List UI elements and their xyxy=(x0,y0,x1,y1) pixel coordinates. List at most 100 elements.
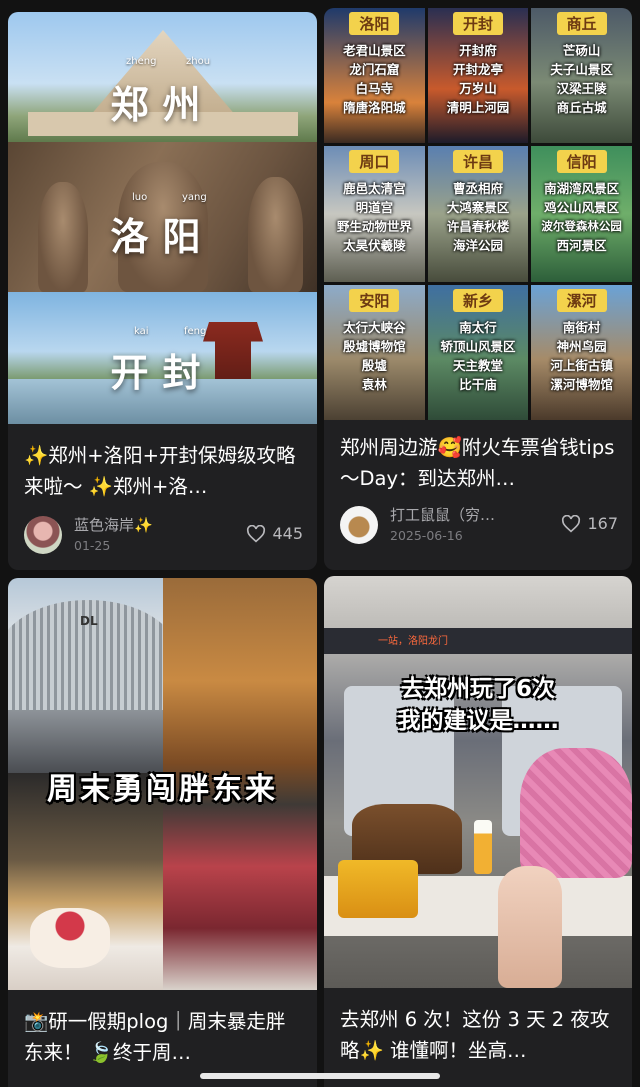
tile-spot: 西河景区 xyxy=(556,238,607,254)
mall-logo: DL xyxy=(80,614,98,628)
juice-bottle xyxy=(474,820,492,874)
like-count: 167 xyxy=(587,514,618,533)
luoyang-scene: luo yang 洛阳 xyxy=(8,142,317,292)
note-meta: 打工鼠鼠（穷… 2025-06-16 167 xyxy=(340,504,618,548)
cake xyxy=(30,908,110,968)
city-tile: 许昌 曹丞相府 大鸿寨景区 许昌春秋楼 海洋公园 xyxy=(427,146,529,282)
city-tile: 周口 鹿邑太清宫 明道宫 野生动物世界 太昊伏羲陵 xyxy=(324,146,425,282)
note-meta: 蓝色海岸✨ 01-25 445 xyxy=(24,514,303,558)
tile-city-name: 洛阳 xyxy=(349,12,400,35)
tile-spot: 神州鸟园 xyxy=(556,338,607,354)
pinyin-label: zheng xyxy=(126,56,157,67)
note-title[interactable]: 郑州周边游🥰附火车票省钱tips～Day：到达郑州… xyxy=(340,432,618,494)
author-avatar[interactable] xyxy=(24,516,62,554)
note-card[interactable]: 洛阳 老君山景区 龙门石窟 白马寺 隋唐洛阳城 开封 开封府 开封龙亭 万岁山 … xyxy=(324,8,632,570)
city-tile: 洛阳 老君山景区 龙门石窟 白马寺 隋唐洛阳城 xyxy=(324,8,425,144)
heart-icon xyxy=(562,514,581,532)
author-name[interactable]: 蓝色海岸✨ xyxy=(74,514,153,535)
peace-sign-hand xyxy=(498,866,562,988)
tile-spot: 漯河博物馆 xyxy=(550,376,613,392)
tile-spot: 芒砀山 xyxy=(562,43,601,58)
city-grid: 洛阳 老君山景区 龙门石窟 白马寺 隋唐洛阳城 开封 开封府 开封龙亭 万岁山 … xyxy=(324,8,632,420)
note-card[interactable]: DL 周末勇闯胖东来 📸研一假期plog｜周末暴走胖东来！ 🍃终于周… xyxy=(8,578,317,1087)
like-count: 445 xyxy=(272,524,303,543)
city-tile: 安阳 太行大峡谷 殷墟博物馆 殷墟 袁林 xyxy=(324,284,425,420)
like-button[interactable]: 445 xyxy=(246,524,303,543)
tile-spot: 波尔登森林公园 xyxy=(541,219,622,234)
cover-overlay-text: 去郑州玩了6次 xyxy=(400,676,555,702)
city-tile: 新乡 南太行 轿顶山风景区 天主教堂 比干庙 xyxy=(427,284,529,420)
tile-spot: 太行大峡谷 xyxy=(343,319,406,335)
tile-spot: 殷墟博物馆 xyxy=(343,338,406,354)
post-date: 01-25 xyxy=(74,538,111,553)
tile-spot: 隋唐洛阳城 xyxy=(343,100,406,115)
kaifeng-scene: kai feng 开封 xyxy=(8,292,317,424)
city-tile: 信阳 南湖湾风景区 鸡公山风景区 波尔登森林公园 西河景区 xyxy=(531,146,632,282)
note-title[interactable]: 去郑州 6 次！这份 3 天 2 夜攻略✨ 谁懂啊！坐高… xyxy=(340,1004,618,1066)
tile-city-name: 安阳 xyxy=(349,288,400,312)
tile-spot: 轿顶山风景区 xyxy=(440,338,516,354)
pinyin-label: feng xyxy=(184,326,207,337)
tile-spot: 大鸿寨景区 xyxy=(446,200,510,216)
author-avatar[interactable] xyxy=(340,506,378,544)
train-interior-photo: 一站，洛阳龙门 xyxy=(324,576,632,988)
tile-spot: 万岁山 xyxy=(459,81,497,96)
tile-spot: 老君山景区 xyxy=(343,43,406,58)
tile-city-name: 周口 xyxy=(349,150,400,174)
city-tile: 商丘 芒砀山 夫子山景区 汉梁王陵 商丘古城 xyxy=(531,8,632,144)
tile-city-name: 开封 xyxy=(452,12,503,35)
tile-spot: 清明上河园 xyxy=(446,100,510,115)
waterfall-feed: zheng zhou 郑州 luo yang 洛阳 kai feng 开封 ✨郑… xyxy=(0,0,640,1087)
tile-spot: 夫子山景区 xyxy=(550,62,613,77)
home-indicator[interactable] xyxy=(200,1073,440,1079)
city-tile: 漯河 南街村 神州鸟园 河上街古镇 漯河博物馆 xyxy=(531,284,632,420)
tile-city-name: 信阳 xyxy=(556,150,607,174)
zhengzhou-scene: zheng zhou 郑州 xyxy=(8,12,317,142)
note-card[interactable]: 一站，洛阳龙门 去郑州玩了6次 我的建议是…… 去郑州 6 次！这份 3 天 2… xyxy=(324,576,632,1087)
backpack xyxy=(520,748,632,878)
tile-spot: 汉梁王陵 xyxy=(556,81,607,96)
city-label: 开封 xyxy=(110,350,215,395)
tile-city-name: 新乡 xyxy=(452,288,503,312)
note-cover-image[interactable]: 洛阳 老君山景区 龙门石窟 白马寺 隋唐洛阳城 开封 开封府 开封龙亭 万岁山 … xyxy=(324,8,632,420)
city-label: 洛阳 xyxy=(110,214,215,259)
pinyin-label: kai xyxy=(134,326,149,337)
tile-spot: 海洋公园 xyxy=(452,238,503,254)
pinyin-label: luo xyxy=(132,192,148,203)
heart-icon xyxy=(247,524,266,542)
pinyin-label: yang xyxy=(182,192,207,203)
author-name[interactable]: 打工鼠鼠（穷… xyxy=(390,504,495,525)
snack-bag xyxy=(338,860,418,918)
pinyin-label: zhou xyxy=(186,56,211,67)
tile-spot: 许昌春秋楼 xyxy=(446,219,510,235)
tile-spot: 明道宫 xyxy=(355,200,394,216)
cover-overlay-text: 我的建议是…… xyxy=(397,708,559,734)
station-sign: 一站，洛阳龙门 xyxy=(378,636,448,647)
note-title[interactable]: ✨郑州+洛阳+开封保姆级攻略来啦～ ✨郑州+洛… xyxy=(24,440,303,502)
note-cover-image[interactable]: zheng zhou 郑州 luo yang 洛阳 kai feng 开封 xyxy=(8,12,317,424)
note-title[interactable]: 📸研一假期plog｜周末暴走胖东来！ 🍃终于周… xyxy=(24,1006,303,1068)
tile-spot: 殷墟 xyxy=(361,357,387,373)
post-date: 2025-06-16 xyxy=(390,528,463,543)
tile-spot: 开封府 xyxy=(459,43,497,58)
tile-spot: 开封龙亭 xyxy=(452,62,503,77)
tile-spot: 曹丞相府 xyxy=(452,181,503,197)
train-display xyxy=(324,628,632,654)
tile-city-name: 商丘 xyxy=(556,12,607,35)
note-cover-image[interactable]: 一站，洛阳龙门 去郑州玩了6次 我的建议是…… xyxy=(324,576,632,988)
tile-spot: 龙门石窟 xyxy=(349,62,400,77)
tile-spot: 白马寺 xyxy=(355,81,394,96)
tile-spot: 太昊伏羲陵 xyxy=(343,238,406,254)
tile-city-name: 漯河 xyxy=(556,288,607,312)
tile-spot: 南太行 xyxy=(459,319,497,335)
tile-spot: 南街村 xyxy=(562,319,601,335)
note-card[interactable]: zheng zhou 郑州 luo yang 洛阳 kai feng 开封 ✨郑… xyxy=(8,12,317,570)
tile-spot: 鹿邑太清宫 xyxy=(343,181,406,197)
note-cover-image[interactable]: DL 周末勇闯胖东来 xyxy=(8,578,317,990)
like-button[interactable]: 167 xyxy=(561,514,618,533)
tile-city-name: 许昌 xyxy=(452,150,503,174)
tile-spot: 比干庙 xyxy=(459,376,497,392)
tile-spot: 南湖湾风景区 xyxy=(544,181,620,197)
mall-photo: DL xyxy=(8,578,178,773)
tile-spot: 鸡公山风景区 xyxy=(544,200,620,216)
